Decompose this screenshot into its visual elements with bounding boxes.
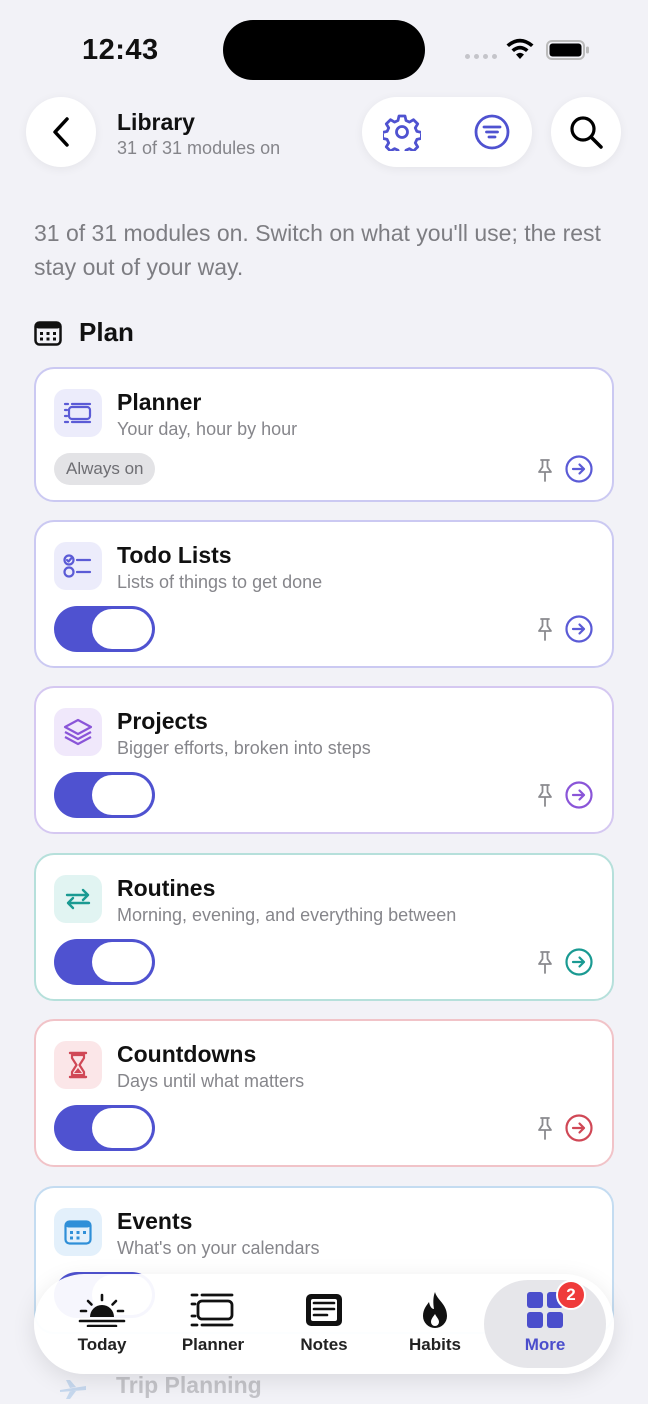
search-button[interactable] bbox=[551, 97, 621, 167]
open-module-button[interactable] bbox=[564, 614, 594, 644]
back-button[interactable] bbox=[26, 97, 96, 167]
header-actions bbox=[362, 97, 532, 167]
pin-icon bbox=[538, 459, 552, 482]
module-toggle[interactable] bbox=[54, 1105, 155, 1151]
calendar-icon bbox=[34, 320, 62, 346]
module-description: Bigger efforts, broken into steps bbox=[117, 738, 371, 758]
chevron-left-icon bbox=[53, 117, 69, 147]
pin-icon bbox=[538, 951, 552, 974]
module-description: Morning, evening, and everything between bbox=[117, 905, 457, 925]
module-toggle[interactable] bbox=[54, 939, 155, 985]
module-description: Days until what matters bbox=[117, 1071, 305, 1091]
module-name-peek: Trip Planning bbox=[116, 1372, 262, 1398]
open-module-button[interactable] bbox=[564, 1113, 594, 1143]
arrow-right-circle-icon bbox=[565, 948, 593, 976]
wifi-icon bbox=[505, 37, 535, 66]
arrow-right-circle-icon bbox=[565, 455, 593, 483]
calendar-icon bbox=[64, 1220, 92, 1245]
sunrise-icon bbox=[78, 1293, 126, 1327]
pin-icon bbox=[538, 784, 552, 807]
tab-notes[interactable]: Notes bbox=[274, 1274, 374, 1374]
module-card-todo-lists[interactable]: Todo Lists Lists of things to get done bbox=[34, 520, 614, 668]
arrow-right-circle-icon bbox=[565, 1114, 593, 1142]
module-icon-box bbox=[54, 542, 102, 590]
tab-label: Notes bbox=[300, 1335, 348, 1354]
planner-icon bbox=[63, 402, 92, 424]
module-toggle[interactable] bbox=[54, 606, 155, 652]
dynamic-island bbox=[223, 20, 425, 80]
tab-more[interactable]: More 2 bbox=[484, 1280, 606, 1368]
section-label: Plan bbox=[79, 317, 134, 347]
header: Library 31 of 31 modules on bbox=[0, 97, 648, 169]
pin-button[interactable] bbox=[534, 1114, 556, 1142]
tab-bar: Today Planner Notes Habits More 2 bbox=[34, 1274, 614, 1374]
plane-icon bbox=[58, 1378, 88, 1404]
settings-button[interactable] bbox=[382, 112, 422, 152]
module-icon-box bbox=[54, 389, 102, 437]
status-time: 12:43 bbox=[82, 34, 159, 66]
page-subtitle: 31 of 31 modules on bbox=[117, 138, 281, 158]
module-description: What's on your calendars bbox=[117, 1238, 320, 1258]
tab-today[interactable]: Today bbox=[52, 1274, 152, 1374]
module-name: Projects bbox=[117, 708, 208, 734]
arrow-right-circle-icon bbox=[565, 615, 593, 643]
layers-icon bbox=[63, 718, 93, 746]
pin-button[interactable] bbox=[534, 456, 556, 484]
module-icon-box bbox=[54, 708, 102, 756]
module-card-projects[interactable]: Projects Bigger efforts, broken into ste… bbox=[34, 686, 614, 834]
flame-icon bbox=[423, 1292, 447, 1328]
tab-label: Planner bbox=[181, 1335, 245, 1354]
planner-icon bbox=[190, 1293, 234, 1327]
module-card-countdowns[interactable]: Countdowns Days until what matters bbox=[34, 1019, 614, 1167]
pin-button[interactable] bbox=[534, 781, 556, 809]
filter-icon bbox=[474, 114, 510, 150]
module-icon-box bbox=[54, 875, 102, 923]
hourglass-icon bbox=[68, 1051, 88, 1079]
pin-button[interactable] bbox=[534, 948, 556, 976]
tab-label: Habits bbox=[409, 1335, 461, 1354]
filter-button[interactable] bbox=[472, 112, 512, 152]
section-header-plan: Plan bbox=[34, 317, 134, 348]
module-icon-box bbox=[54, 1208, 102, 1256]
always-on-badge: Always on bbox=[54, 453, 156, 485]
intro-text: 31 of 31 modules on. Switch on what you'… bbox=[34, 220, 601, 280]
battery-icon bbox=[546, 40, 590, 65]
gear-icon bbox=[383, 114, 421, 151]
module-name: Events bbox=[117, 1208, 193, 1234]
open-module-button[interactable] bbox=[564, 947, 594, 977]
tab-label: Today bbox=[77, 1335, 127, 1354]
tab-habits[interactable]: Habits bbox=[385, 1274, 485, 1374]
pin-button[interactable] bbox=[534, 615, 556, 643]
module-icon-box bbox=[54, 1041, 102, 1089]
module-description: Your day, hour by hour bbox=[117, 419, 298, 439]
module-toggle[interactable] bbox=[54, 772, 155, 818]
cellular-signal-icon bbox=[465, 54, 497, 59]
notes-icon bbox=[306, 1294, 342, 1326]
search-icon bbox=[570, 116, 603, 149]
arrow-right-circle-icon bbox=[565, 781, 593, 809]
module-description: Lists of things to get done bbox=[117, 572, 323, 592]
page-title: Library bbox=[117, 109, 195, 135]
pin-icon bbox=[538, 1117, 552, 1140]
checklist-icon bbox=[63, 554, 92, 578]
status-bar: 12:43 bbox=[0, 0, 648, 100]
module-name: Planner bbox=[117, 389, 202, 415]
pin-icon bbox=[538, 618, 552, 641]
tab-label: More bbox=[524, 1335, 566, 1354]
module-card-routines[interactable]: Routines Morning, evening, and everythin… bbox=[34, 853, 614, 1001]
module-card-planner[interactable]: Planner Your day, hour by hour Always on bbox=[34, 367, 614, 502]
open-module-button[interactable] bbox=[564, 454, 594, 484]
open-module-button[interactable] bbox=[564, 780, 594, 810]
module-name: Routines bbox=[117, 875, 216, 901]
module-name: Todo Lists bbox=[117, 542, 232, 568]
repeat-icon bbox=[65, 888, 91, 910]
module-name: Countdowns bbox=[117, 1041, 257, 1067]
tab-planner[interactable]: Planner bbox=[163, 1274, 263, 1374]
notification-badge: 2 bbox=[556, 1280, 586, 1310]
